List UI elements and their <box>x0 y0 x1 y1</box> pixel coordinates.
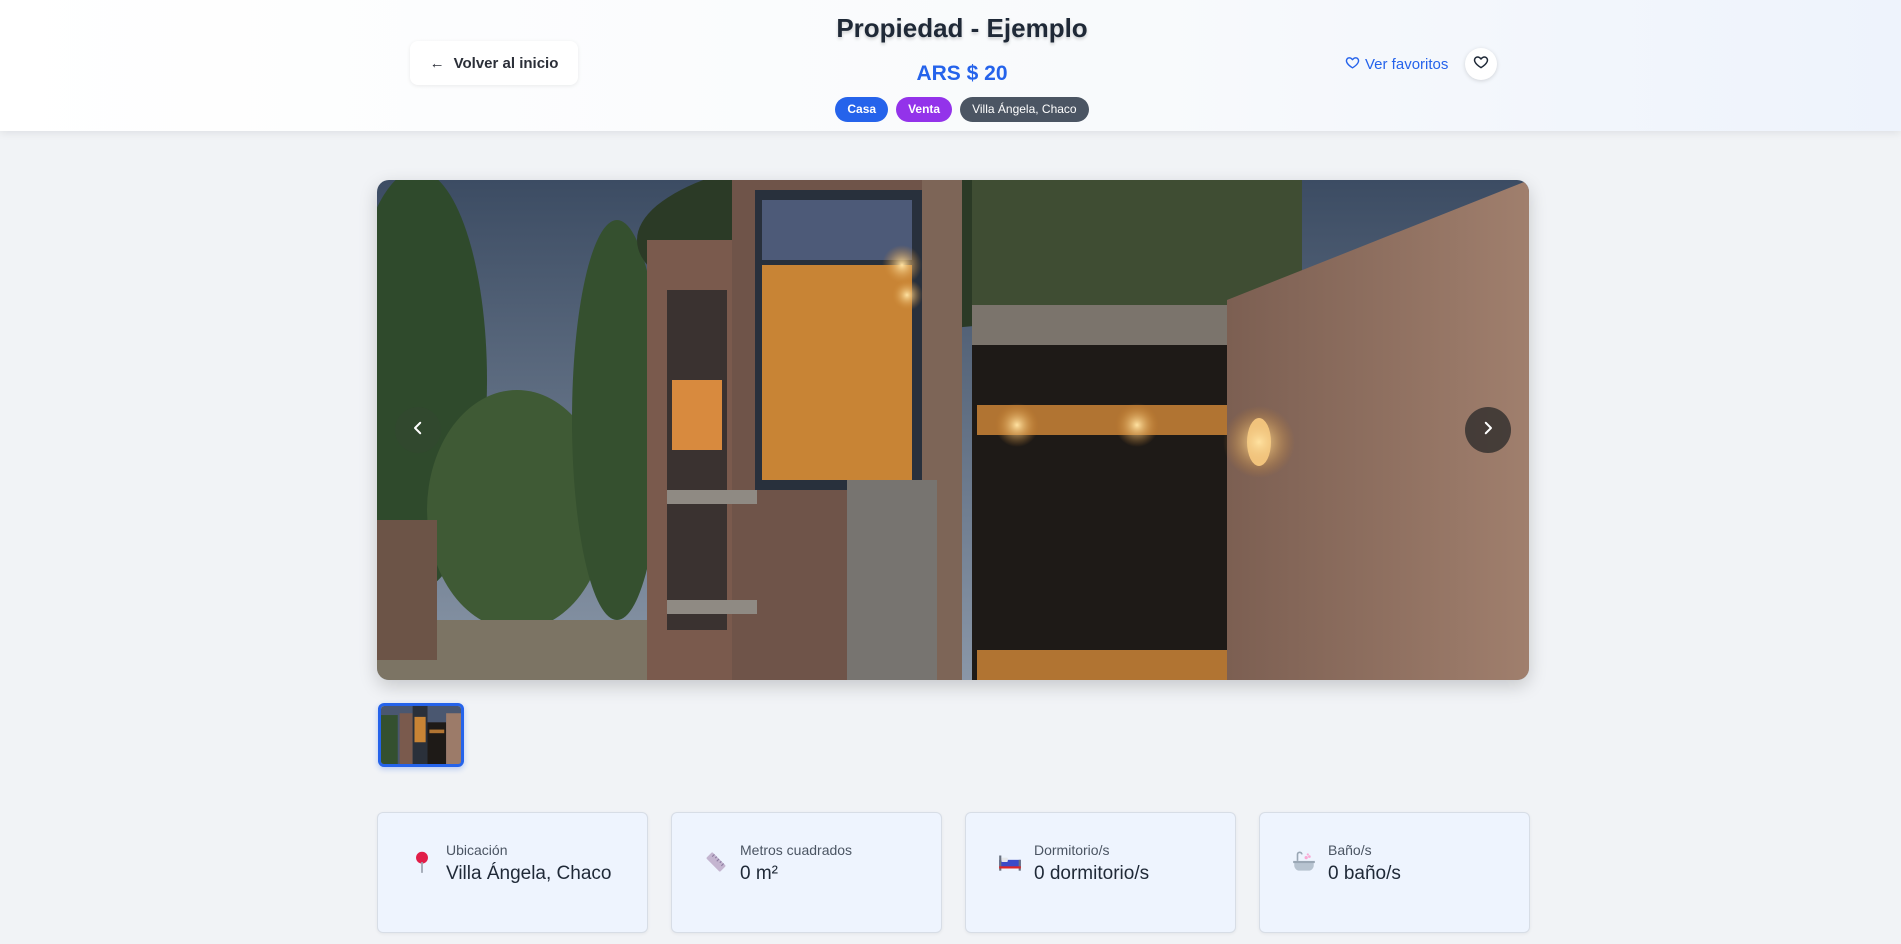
page-header: ← Volver al inicio Propiedad - Ejemplo A… <box>0 0 1901 131</box>
area-value: 0 m² <box>740 863 778 884</box>
property-summary: Propiedad - Ejemplo ARS $ 20 Casa Venta … <box>750 0 1174 122</box>
back-to-home-button[interactable]: ← Volver al inicio <box>410 41 578 85</box>
location-value: Villa Ángela, Chaco <box>446 863 612 884</box>
bathrooms-label: Baño/s <box>1328 842 1372 858</box>
area-card: Metros cuadrados 0 m² <box>671 812 942 933</box>
add-favorite-button[interactable] <box>1465 48 1497 80</box>
area-label: Metros cuadrados <box>740 842 853 858</box>
view-favorites-label: Ver favoritos <box>1365 55 1449 73</box>
ruler-icon <box>702 847 730 877</box>
back-button-label: Volver al inicio <box>453 54 559 72</box>
badge-list: Casa Venta Villa Ángela, Chaco <box>750 97 1174 122</box>
property-main-photo <box>377 180 1529 680</box>
bedrooms-label: Dormitorio/s <box>1034 842 1110 858</box>
property-image-gallery <box>377 180 1529 680</box>
arrow-left-icon: ← <box>429 54 445 72</box>
chevron-left-icon <box>409 419 427 442</box>
heart-icon <box>1345 55 1360 74</box>
operation-badge: Venta <box>896 97 953 122</box>
location-card: Ubicación Villa Ángela, Chaco <box>377 812 648 933</box>
bathtub-icon <box>1290 847 1318 877</box>
previous-image-button[interactable] <box>395 407 441 453</box>
pin-icon <box>408 847 436 877</box>
chevron-right-icon <box>1479 419 1497 442</box>
view-favorites-link[interactable]: Ver favoritos <box>1345 55 1448 73</box>
page-title: Propiedad - Ejemplo <box>836 13 1088 43</box>
next-image-button[interactable] <box>1465 407 1511 453</box>
bedrooms-value: 0 dormitorio/s <box>1034 863 1150 884</box>
bathrooms-card: Baño/s 0 baño/s <box>1259 812 1530 933</box>
heart-outline-icon <box>1473 54 1489 75</box>
type-badge: Casa <box>835 97 889 122</box>
location-label: Ubicación <box>446 842 508 858</box>
bedrooms-card: Dormitorio/s 0 dormitorio/s <box>965 812 1236 933</box>
property-price: ARS $ 20 <box>916 62 1008 85</box>
bathrooms-value: 0 baño/s <box>1328 863 1401 884</box>
thumbnail-photo <box>381 706 461 764</box>
gallery-thumbnail[interactable] <box>378 703 464 767</box>
location-badge: Villa Ángela, Chaco <box>960 97 1089 122</box>
bed-icon <box>996 847 1024 877</box>
